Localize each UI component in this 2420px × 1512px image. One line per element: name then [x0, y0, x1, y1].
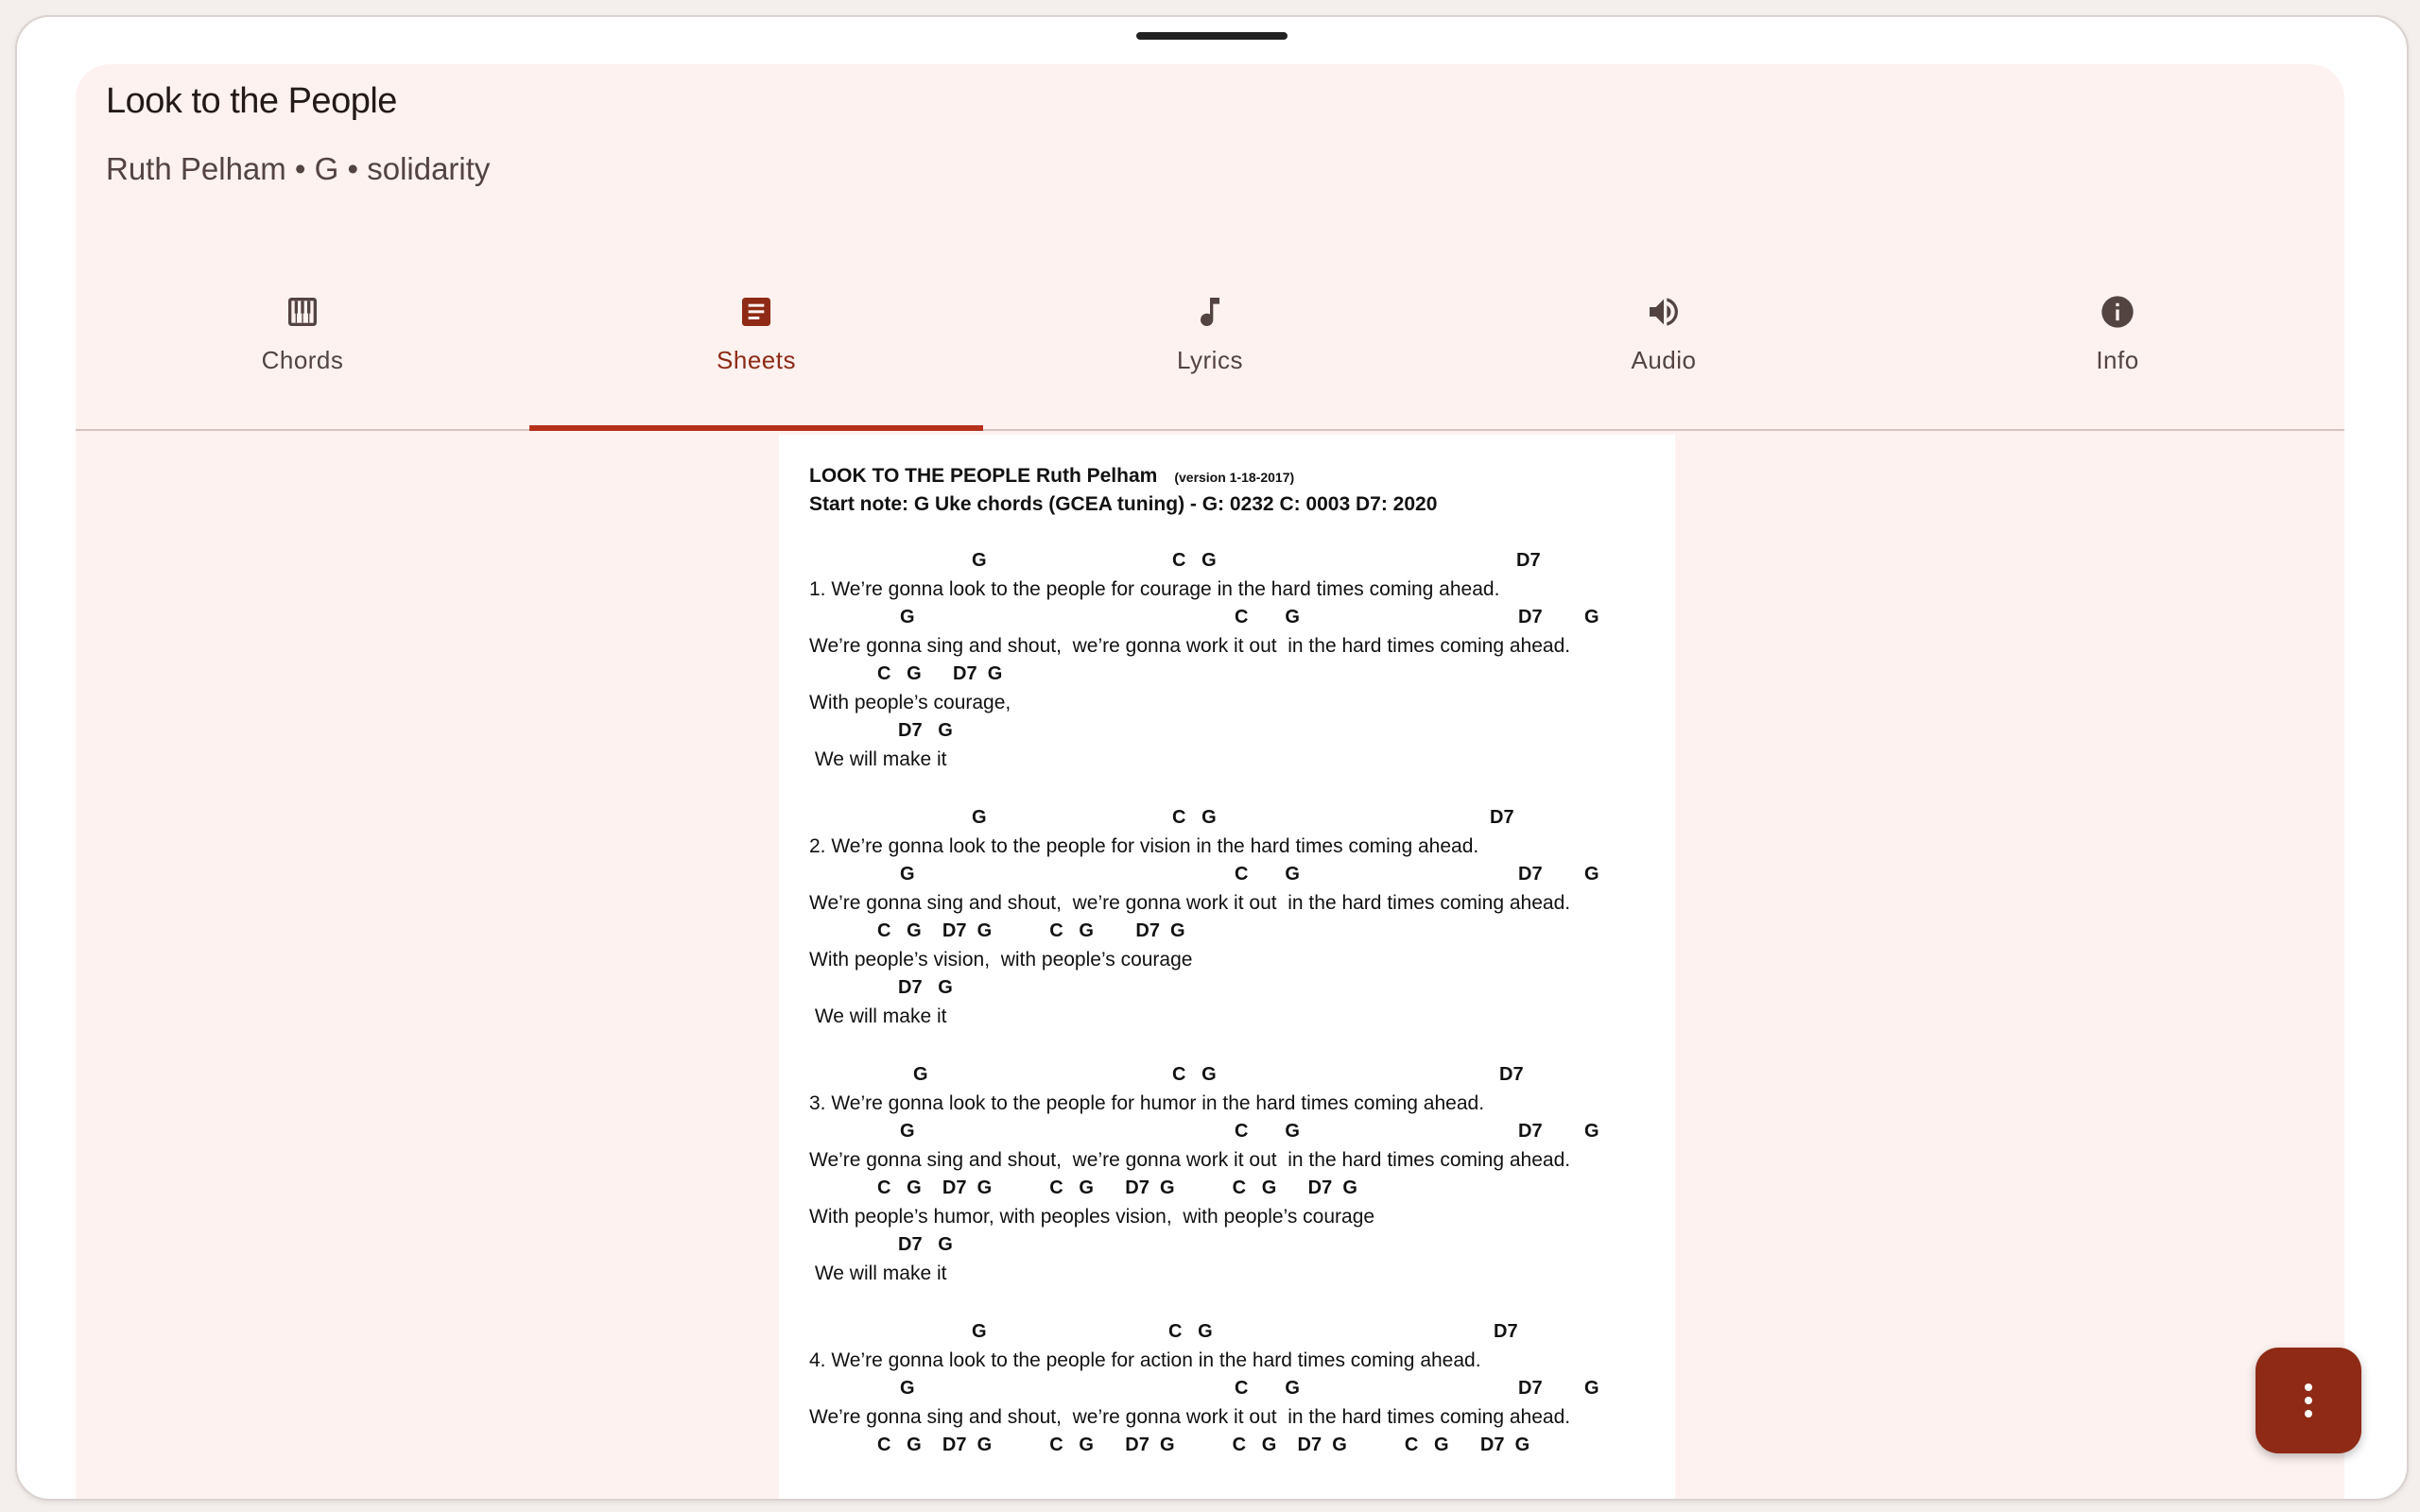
- lyric-line: We will make it: [809, 748, 947, 770]
- chord: C G: [1235, 1121, 1300, 1142]
- lyric-line: With people’s vision, with people’s cour…: [809, 949, 1193, 971]
- tab-audio[interactable]: Audio: [1437, 272, 1891, 429]
- tab-info[interactable]: Info: [1891, 272, 2344, 429]
- chord: C G: [1235, 864, 1300, 885]
- chord: C G: [1168, 1321, 1213, 1342]
- tab-sheets[interactable]: Sheets: [529, 272, 983, 431]
- device-frame: Look to the People Ruth Pelham • G • sol…: [15, 15, 2409, 1501]
- lyric-line: We’re gonna sing and shout, we’re gonna …: [809, 892, 1571, 914]
- music-note-icon: [1201, 298, 1219, 327]
- lyric-line: With people’s courage,: [809, 692, 1011, 713]
- tab-lyrics-label: Lyrics: [1177, 346, 1243, 374]
- chord: G: [972, 1321, 987, 1342]
- song-title: Look to the People: [106, 81, 397, 121]
- chord: G: [913, 1064, 928, 1085]
- chord-line: D7 G: [898, 720, 953, 741]
- active-tab-indicator: [529, 425, 983, 431]
- lyric-line: 2. We’re gonna look to the people for vi…: [809, 835, 1479, 857]
- chord: C G: [1235, 607, 1300, 627]
- chord: D7 G: [1518, 607, 1599, 627]
- song-sheet-panel: Look to the People Ruth Pelham • G • sol…: [76, 64, 2344, 1499]
- chord: G: [900, 607, 915, 627]
- sheet-header-tuning: Start note: G Uke chords (GCEA tuning) -…: [809, 493, 1438, 515]
- song-subtitle: Ruth Pelham • G • solidarity: [106, 151, 491, 186]
- tab-lyrics[interactable]: Lyrics: [983, 272, 1437, 429]
- chord: G: [900, 1121, 915, 1142]
- chord: C G: [1172, 550, 1217, 571]
- chord-line: C G D7 G: [877, 663, 1003, 684]
- piano-icon: [288, 298, 317, 326]
- sheet-version: (version 1-18-2017): [1174, 470, 1295, 485]
- drag-handle[interactable]: [1136, 32, 1288, 40]
- chord: C G: [1172, 1064, 1217, 1085]
- more-options-button[interactable]: [2256, 1348, 2361, 1453]
- chord: D7: [1494, 1321, 1518, 1342]
- chord: D7 G: [1518, 1121, 1599, 1142]
- tab-chords-label: Chords: [261, 346, 344, 374]
- article-icon: [742, 298, 770, 326]
- chord: D7: [1516, 550, 1541, 571]
- tab-bar: Chords Sheets Lyrics Audio Info: [76, 272, 2344, 431]
- chord-line: C G D7 G C G D7 G C G D7 G C G D7 G: [877, 1435, 1530, 1455]
- chord: G: [972, 550, 987, 571]
- more-vert-dot: [2305, 1383, 2312, 1391]
- chord-line: D7 G: [898, 1234, 953, 1255]
- chord: D7: [1499, 1064, 1524, 1085]
- tab-info-label: Info: [2096, 346, 2139, 374]
- chord-line: D7 G: [898, 977, 953, 998]
- chord: G: [972, 807, 987, 828]
- chord: D7: [1490, 807, 1514, 828]
- chord: D7 G: [1518, 1378, 1599, 1399]
- chord: G: [900, 864, 915, 885]
- chord: C G: [1172, 807, 1217, 828]
- more-vert-dot: [2305, 1410, 2312, 1418]
- chord: D7 G: [1518, 864, 1599, 885]
- lyric-line: We’re gonna sing and shout, we’re gonna …: [809, 1149, 1571, 1171]
- lyric-line: 3. We’re gonna look to the people for hu…: [809, 1092, 1485, 1114]
- tab-chords[interactable]: Chords: [76, 272, 529, 429]
- lyric-line: With people’s humor, with peoples vision…: [809, 1206, 1375, 1228]
- lyric-line: 1. We’re gonna look to the people for co…: [809, 578, 1500, 600]
- sheet-header-title: LOOK TO THE PEOPLE Ruth Pelham (version 1…: [809, 465, 1295, 487]
- lyric-line: We’re gonna sing and shout, we’re gonna …: [809, 635, 1571, 657]
- sheet-music-page[interactable]: LOOK TO THE PEOPLE Ruth Pelham (version 1…: [779, 435, 1675, 1499]
- chord: G: [900, 1378, 915, 1399]
- lyric-line: 4. We’re gonna look to the people for ac…: [809, 1349, 1481, 1371]
- volume-icon: [1650, 298, 1678, 326]
- info-icon: [2101, 296, 2134, 328]
- chord-line: C G D7 G C G D7 G: [877, 920, 1185, 941]
- more-vert-dot: [2305, 1397, 2312, 1404]
- chord: C G: [1235, 1378, 1300, 1399]
- chord-line: C G D7 G C G D7 G C G D7 G: [877, 1177, 1357, 1198]
- lyric-line: We will make it: [809, 1005, 947, 1027]
- lyric-line: We’re gonna sing and shout, we’re gonna …: [809, 1406, 1571, 1428]
- tab-audio-label: Audio: [1631, 346, 1697, 374]
- tab-sheets-label: Sheets: [717, 346, 796, 374]
- lyric-line: We will make it: [809, 1263, 947, 1284]
